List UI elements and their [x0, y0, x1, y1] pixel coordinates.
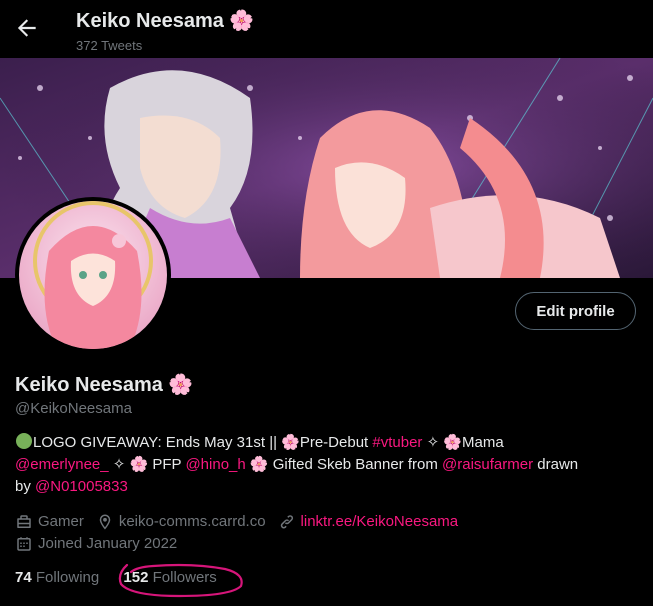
hashtag-link[interactable]: #vtuber	[372, 434, 422, 451]
following-count: 74	[15, 569, 32, 586]
profile-bio: LOGO GIVEAWAY: Ends May 31st || 🌸Pre-Deb…	[15, 432, 640, 498]
follow-stats: 74 Following 152 Followers	[15, 569, 237, 586]
bio-text: Gifted Skeb Banner from	[268, 456, 443, 473]
bio-text: Mama	[462, 434, 504, 451]
bio-line-1: LOGO GIVEAWAY: Ends May 31st || 🌸Pre-Deb…	[15, 432, 640, 454]
category-item: Gamer	[15, 511, 84, 533]
mention-link[interactable]: @raisufarmer	[442, 456, 533, 473]
profile-name: Keiko Neesama 🌸	[15, 374, 194, 396]
briefcase-icon	[17, 515, 31, 528]
bio-text: LOGO GIVEAWAY: Ends May 31st ||	[33, 434, 282, 451]
location-text: keiko-comms.carrd.co	[118, 513, 266, 530]
website-link[interactable]: linktr.ee/KeikoNeesama	[301, 511, 459, 533]
followers-label: Followers	[152, 569, 217, 586]
cherry-blossom-icon: 🌸	[249, 456, 269, 473]
cherry-blossom-icon: 🌸	[129, 456, 149, 473]
bio-line-3: by @N01005833	[15, 476, 640, 498]
profile-meta: Gamer keiko-comms.carrd.co linktr.ee/Kei…	[15, 511, 470, 555]
bio-text: drawn	[533, 456, 579, 473]
link-icon	[280, 515, 293, 529]
header-title: Keiko Neesama 🌸	[76, 10, 255, 32]
bio-text: by	[15, 478, 36, 495]
bio-text: ✧	[108, 456, 130, 473]
cherry-blossom-icon: 🌸	[281, 434, 300, 451]
top-bar: Keiko Neesama 🌸 372 Tweets	[0, 0, 653, 58]
bio-text: Pre-Debut	[299, 434, 373, 451]
cherry-blossom-icon: 🌸	[443, 434, 463, 451]
bio-text: PFP	[148, 456, 186, 473]
arrow-left-icon[interactable]	[14, 15, 40, 41]
bio-text: ✧	[422, 434, 444, 451]
website-item[interactable]: linktr.ee/KeikoNeesama	[278, 511, 459, 533]
category-text: Gamer	[38, 513, 84, 530]
avatar[interactable]	[15, 197, 171, 353]
profile-handle: @KeikoNeesama	[15, 400, 132, 417]
joined-item: Joined January 2022	[15, 533, 177, 555]
edit-profile-button[interactable]: Edit profile	[515, 292, 636, 330]
mention-link[interactable]: @hino_h	[185, 456, 245, 473]
location-item: keiko-comms.carrd.co	[96, 511, 266, 533]
green-circle-icon	[16, 433, 32, 449]
joined-text: Joined January 2022	[38, 535, 178, 552]
location-pin-icon	[99, 514, 111, 530]
bio-line-2: @emerlynee_ ✧ 🌸 PFP @hino_h 🌸 Gifted Ske…	[15, 454, 640, 476]
calendar-icon	[17, 537, 31, 551]
followers-count: 152	[123, 569, 149, 586]
mention-link[interactable]: @emerlynee_	[15, 456, 109, 473]
following-link[interactable]: 74 Following	[15, 569, 99, 586]
tweet-count: 372 Tweets	[76, 38, 143, 53]
following-label: Following	[35, 569, 100, 586]
followers-link[interactable]: 152 Followers	[123, 569, 216, 586]
mention-link[interactable]: @N01005833	[35, 478, 128, 495]
